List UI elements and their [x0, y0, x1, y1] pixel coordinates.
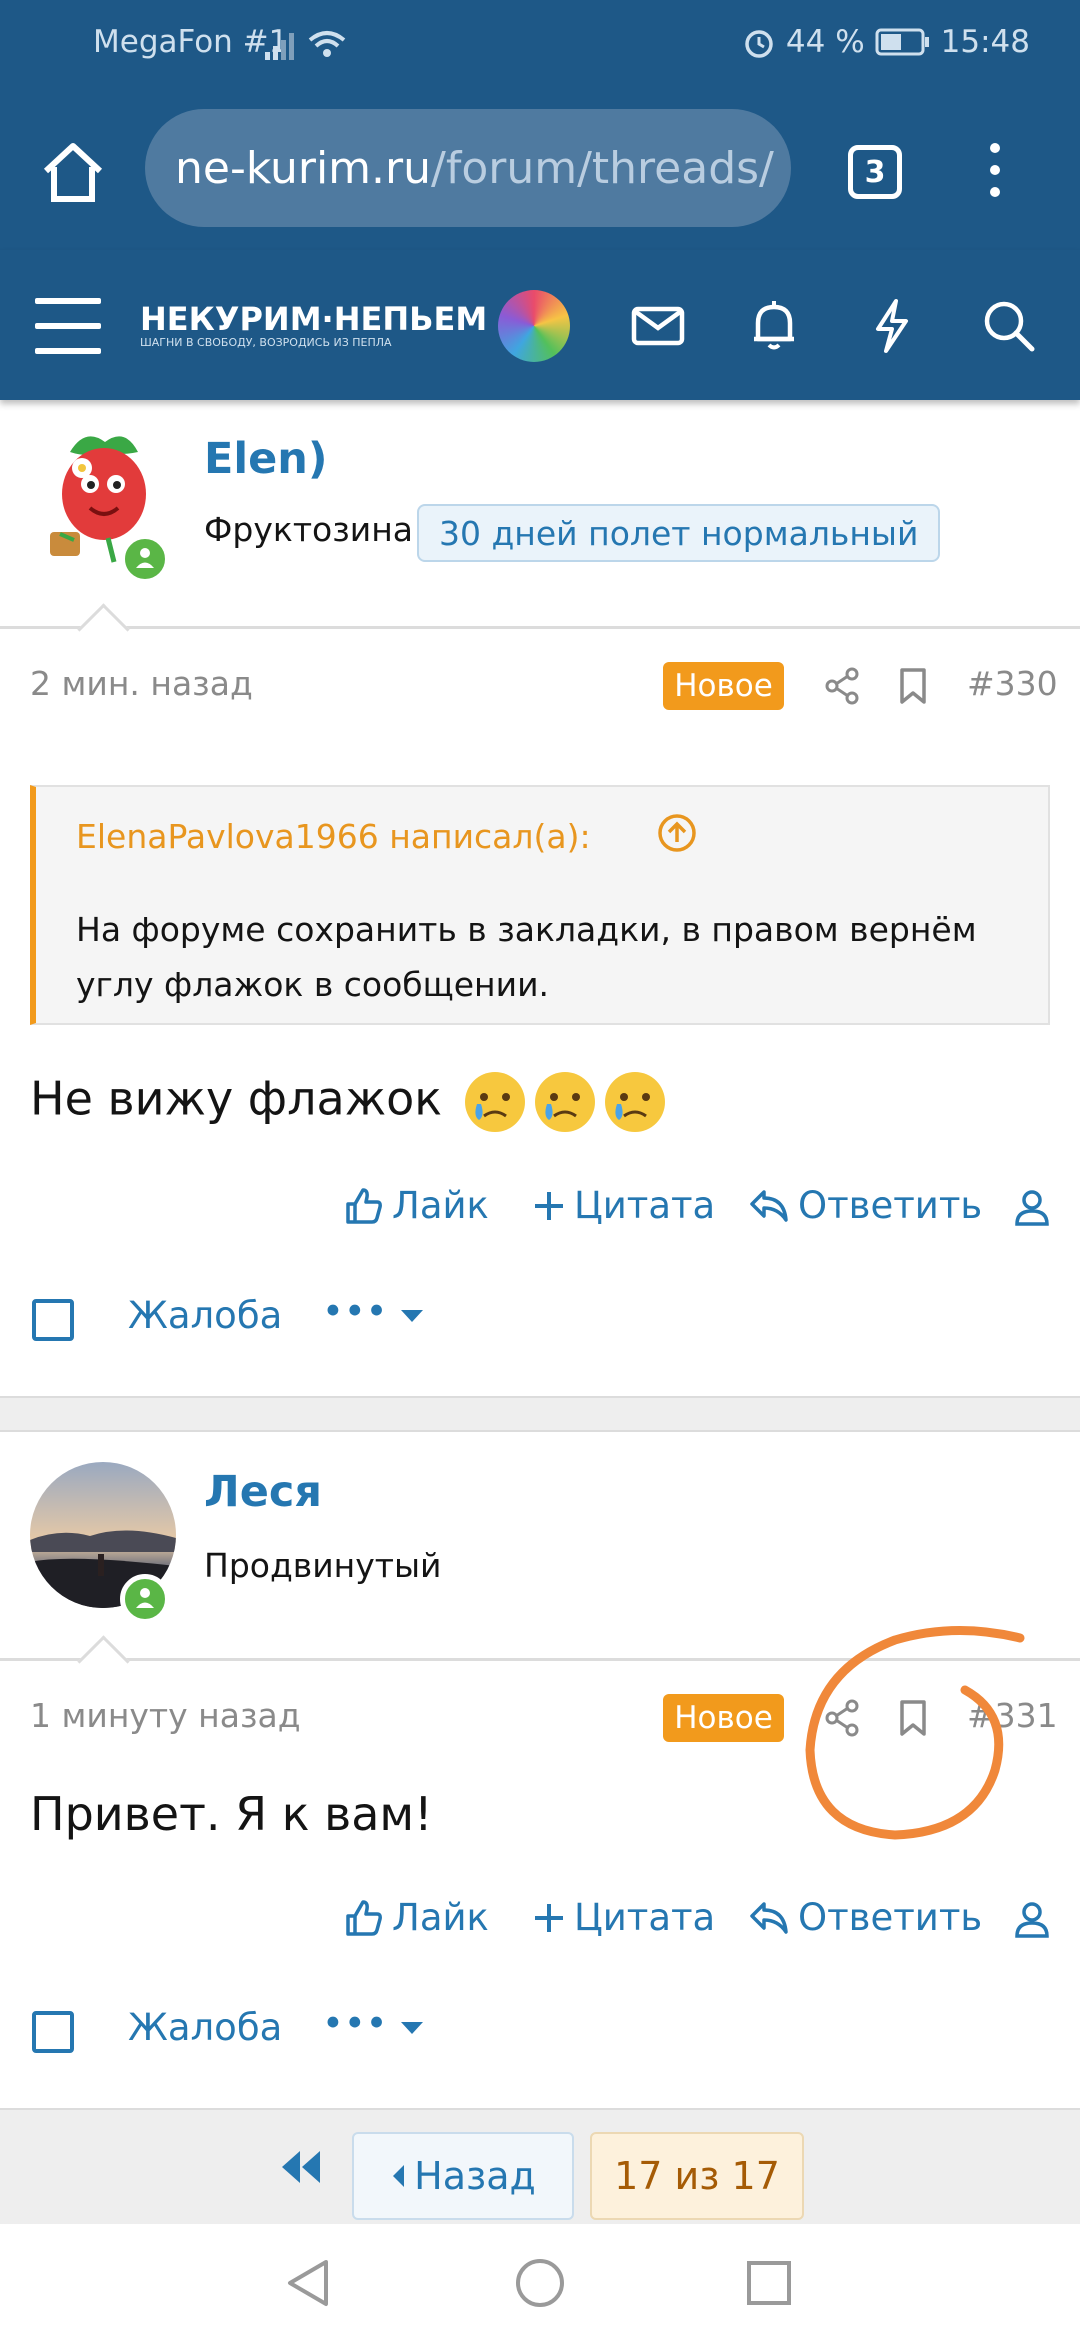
quote-block: ElenaPavlova1966 написал(а): На форуме с…: [30, 785, 1050, 1025]
bell-icon[interactable]: [744, 295, 804, 355]
logo-title: НЕКУРИМ·НЕПЬЕМ: [140, 300, 488, 338]
mail-icon[interactable]: [628, 295, 688, 355]
post-separator: [0, 1396, 1080, 1432]
quote-button[interactable]: Цитата: [532, 1184, 715, 1227]
user-title: Продвинутый: [204, 1546, 442, 1585]
report-link[interactable]: Жалоба: [128, 2006, 282, 2049]
username[interactable]: Леся: [204, 1467, 322, 1517]
site-logo[interactable]: НЕКУРИМ·НЕПЬЕМ ШАГНИ В СВОБОДУ, ВОЗРОДИС…: [140, 300, 488, 360]
signal-wifi-icons: [265, 28, 355, 70]
post-number[interactable]: #330: [967, 664, 1058, 703]
quote-text: На форуме сохранить в закладки, в правом…: [76, 910, 977, 1004]
post-time[interactable]: 2 мин. назад: [30, 664, 253, 703]
crying-face-icon: [534, 1072, 595, 1132]
more-options-button[interactable]: •••: [322, 2002, 425, 2045]
page-indicator[interactable]: 17 из 17: [590, 2132, 804, 2220]
user-online-icon: [136, 548, 154, 568]
new-badge: Новое: [663, 1694, 784, 1742]
status-bar: MegaFon #1 44 % 15:48: [0, 0, 1080, 85]
quote-label: Цитата: [574, 1896, 716, 1939]
quote-button[interactable]: Цитата: [532, 1896, 715, 1939]
reply-button[interactable]: Ответить: [748, 1896, 982, 1939]
quote-author[interactable]: ElenaPavlova1966 написал(а):: [76, 817, 591, 856]
caret-left-icon: [393, 2165, 405, 2187]
carrier-label: MegaFon #1: [93, 24, 289, 60]
more-label: •••: [322, 1290, 388, 1333]
annotation-circle-drawing: [805, 1626, 1025, 1840]
home-circle-icon[interactable]: [513, 2256, 567, 2310]
arrow-up-circle-icon[interactable]: [656, 812, 698, 854]
alarm-icon: [745, 30, 773, 58]
reply-icon: [750, 1901, 788, 1934]
tab-switcher-button[interactable]: 3: [848, 145, 902, 199]
clock: 15:48: [940, 24, 1030, 60]
url-domain: ne-kurim.ru: [175, 142, 431, 194]
caret-down-icon: [401, 1310, 424, 1322]
back-triangle-icon[interactable]: [282, 2256, 336, 2310]
pagination: Назад 17 из 17: [0, 2108, 1080, 2224]
post-body: Привет. Я к вам!: [30, 1787, 433, 1841]
url-path: /forum/threads/: [431, 142, 774, 194]
prev-page-button[interactable]: Назад: [352, 2132, 574, 2220]
bookmark-icon[interactable]: [893, 666, 933, 706]
user-banner: 30 дней полет нормальный: [417, 504, 941, 562]
lightning-icon[interactable]: [862, 295, 922, 355]
share-icon[interactable]: [822, 666, 862, 706]
user-online-icon: [136, 1588, 154, 1608]
post-text: Не вижу флажок: [30, 1070, 667, 1134]
menu-icon[interactable]: [35, 298, 101, 354]
more-label: •••: [322, 2002, 388, 2045]
home-icon[interactable]: [38, 137, 108, 207]
search-icon[interactable]: [978, 295, 1038, 355]
android-nav-bar: [0, 2224, 1080, 2340]
reply-icon: [750, 1189, 788, 1222]
username[interactable]: Elen): [204, 434, 328, 484]
site-header: НЕКУРИМ·НЕПЬЕМ ШАГНИ В СВОБОДУ, ВОЗРОДИС…: [0, 250, 1080, 400]
reply-label: Ответить: [798, 1896, 983, 1939]
crying-face-icon: [464, 1072, 525, 1132]
reply-button[interactable]: Ответить: [748, 1184, 982, 1227]
select-checkbox[interactable]: [32, 1299, 74, 1341]
thumbs-up-icon: [346, 1187, 382, 1224]
caret-down-icon: [401, 2022, 424, 2034]
user-avatar[interactable]: [498, 290, 570, 362]
report-link[interactable]: Жалоба: [128, 1294, 282, 1337]
user-icon[interactable]: [1012, 1187, 1052, 1227]
like-label: Лайк: [392, 1184, 489, 1227]
thumbs-up-icon: [346, 1899, 382, 1936]
post-body: Не вижу флажок: [30, 1071, 443, 1126]
post-header-divider: [0, 626, 1080, 629]
address-bar[interactable]: ne-kurim.ru/forum/threads/: [145, 109, 791, 227]
battery-percent: 44 %: [785, 24, 865, 60]
new-badge: Новое: [663, 662, 784, 710]
first-page-icon[interactable]: [278, 2147, 324, 2187]
plus-icon: [535, 1903, 563, 1932]
select-checkbox[interactable]: [32, 2011, 74, 2053]
post-time[interactable]: 1 минуту назад: [30, 1696, 301, 1735]
more-options-button[interactable]: •••: [322, 1290, 425, 1333]
recents-square-icon[interactable]: [742, 2256, 796, 2310]
browser-toolbar: ne-kurim.ru/forum/threads/ 3: [0, 85, 1080, 250]
plus-icon: [535, 1191, 563, 1220]
like-button[interactable]: Лайк: [344, 1184, 489, 1227]
user-icon[interactable]: [1012, 1899, 1052, 1939]
like-button[interactable]: Лайк: [344, 1896, 489, 1939]
battery-icon: [875, 28, 929, 56]
prev-page-label: Назад: [414, 2154, 536, 2198]
quote-label: Цитата: [574, 1184, 716, 1227]
user-title: Фруктозина: [204, 510, 414, 549]
reply-label: Ответить: [798, 1184, 983, 1227]
like-label: Лайк: [392, 1896, 489, 1939]
crying-face-icon: [604, 1072, 665, 1132]
overflow-menu-icon[interactable]: [980, 140, 1010, 200]
